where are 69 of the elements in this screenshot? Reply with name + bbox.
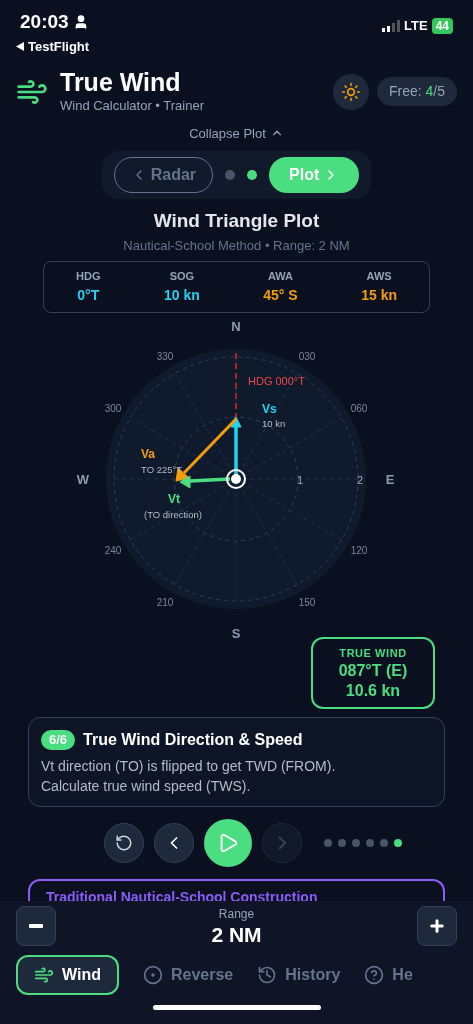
- restart-button[interactable]: [103, 823, 144, 863]
- heading-label: HDG 000°T: [248, 374, 305, 387]
- readout-value: 15 kn: [361, 285, 397, 305]
- nav-tab[interactable]: He: [364, 955, 413, 995]
- readout-value: 0°T: [77, 285, 100, 305]
- readout-value: 45° S: [263, 285, 298, 305]
- readout-value: 10 kn: [163, 285, 200, 305]
- history-tab-icon: [257, 965, 278, 985]
- vector-note: 10 kn: [262, 417, 286, 429]
- battery-indicator: 44: [431, 18, 453, 34]
- step-description: Vt direction (TO) is flipped to get TWD (FROM). Calculate true wind speed (TWS).: [41, 757, 337, 796]
- bearing-label: 210: [156, 596, 174, 608]
- wind-tab-icon: [34, 965, 54, 985]
- bearing-label: 300: [104, 402, 122, 414]
- heading-line: [235, 351, 237, 420]
- collapse-plot-button[interactable]: Collapse Plot: [189, 123, 284, 143]
- play-button[interactable]: [203, 819, 252, 867]
- back-arrow-icon: [16, 41, 24, 51]
- vessel-icon: [226, 468, 246, 489]
- bearing-label: 330: [156, 350, 174, 362]
- plus-icon: [428, 917, 446, 935]
- cardinal-label: W: [76, 471, 90, 487]
- readout-label: AWA: [267, 269, 293, 284]
- vector-note: (TO direction): [144, 508, 202, 520]
- readout-label: HDG: [76, 269, 101, 284]
- help-tab-icon: [364, 965, 385, 985]
- vector-label: Vt: [168, 491, 180, 506]
- step-title: True Wind Direction & Speed: [83, 730, 303, 750]
- bearing-label: 240: [104, 544, 122, 556]
- cardinal-label: S: [231, 625, 241, 641]
- bearing-label: 150: [298, 596, 316, 608]
- nav-tab[interactable]: History: [257, 955, 341, 995]
- bearing-label: 030: [298, 350, 316, 362]
- range-ring-label: 1: [296, 473, 304, 486]
- chevron-right-icon: [277, 836, 286, 850]
- vector-label: Vs: [262, 401, 277, 416]
- bearing-label: 060: [350, 402, 368, 414]
- minus-icon: [29, 924, 43, 928]
- vector-note: TO 225°T: [141, 463, 183, 475]
- signal-icon: [382, 20, 401, 32]
- cardinal-label: N: [231, 318, 241, 334]
- readout-label: SOG: [169, 269, 195, 284]
- vector-label: Va: [141, 446, 155, 461]
- range-decrease-button[interactable]: [16, 906, 56, 946]
- nav-tab[interactable]: Wind: [16, 955, 119, 995]
- app-title: True Wind: [60, 68, 182, 96]
- plot-title: Wind Triangle Plot: [153, 209, 320, 233]
- range-value: 2 NM: [211, 923, 262, 947]
- nav-tab[interactable]: Reverse: [142, 955, 234, 995]
- clock: 20:03: [20, 10, 69, 34]
- readout-label: AWS: [366, 269, 392, 284]
- bearing-label: 120: [350, 544, 368, 556]
- step-badge: 6/6: [41, 730, 76, 750]
- range-ring-label: 2: [356, 473, 364, 486]
- plot-subtitle: Nautical-School Method • Range: 2 NM: [123, 236, 350, 255]
- app-subtitle: Wind Calculator • Trainer: [60, 97, 204, 115]
- range-increase-button[interactable]: [417, 906, 457, 946]
- network-label: LTE: [404, 17, 428, 36]
- sun-icon: [340, 81, 361, 102]
- true-wind-direction: 087°T (E): [338, 661, 408, 681]
- true-wind-speed: 10.6 kn: [345, 681, 401, 701]
- cardinal-label: E: [385, 471, 395, 487]
- true-wind-label: TRUE WIND: [339, 645, 407, 661]
- reverse-tab-icon: [142, 965, 163, 985]
- range-label: Range: [218, 906, 255, 923]
- restart-icon: [114, 834, 133, 852]
- back-link[interactable]: TestFlight: [16, 36, 90, 56]
- theme-button[interactable]: [332, 73, 369, 110]
- free-uses-badge: Free: 4/5: [376, 77, 457, 107]
